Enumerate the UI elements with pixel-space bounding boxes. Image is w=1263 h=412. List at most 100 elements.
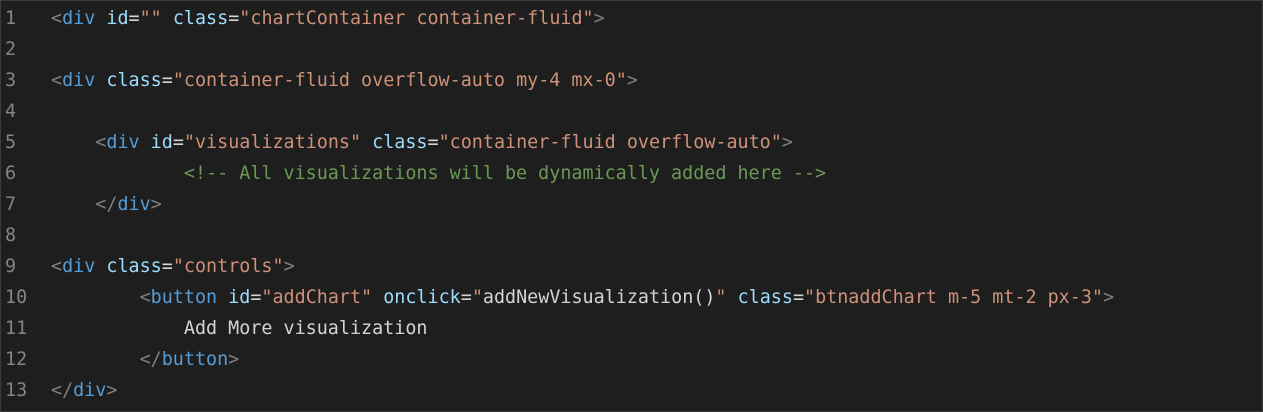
code-token: < bbox=[51, 70, 63, 91]
code-token: id bbox=[228, 287, 251, 308]
code-line[interactable]: 11 Add More visualization bbox=[1, 313, 427, 344]
code-token: "" bbox=[139, 8, 162, 29]
line-number: 1 bbox=[5, 8, 17, 29]
line-number: 6 bbox=[5, 163, 17, 184]
code-token: </ bbox=[51, 380, 74, 401]
code-line[interactable]: 8 bbox=[1, 220, 51, 251]
line-number: 3 bbox=[5, 70, 17, 91]
code-text: <div id="visualizations" class="containe… bbox=[29, 127, 793, 158]
code-text: <div id="" class="chartContainer contain… bbox=[29, 3, 605, 34]
code-token: = bbox=[172, 132, 184, 153]
code-line[interactable]: 3 <div class="container-fluid overflow-au… bbox=[1, 65, 638, 96]
code-text: Add More visualization bbox=[29, 313, 428, 344]
code-token: onclick bbox=[383, 287, 461, 308]
code-token: > bbox=[106, 380, 118, 401]
code-line[interactable]: 12 </button> bbox=[1, 344, 239, 375]
code-token: div bbox=[117, 194, 151, 215]
code-token: > bbox=[1102, 287, 1115, 308]
code-line[interactable]: 10 <button id="addChart" onclick="addNew… bbox=[1, 282, 1114, 313]
line-number: 4 bbox=[5, 101, 17, 122]
code-token: > bbox=[781, 132, 793, 153]
code-token: "container-fluid overflow-auto" bbox=[438, 132, 782, 153]
line-number: 2 bbox=[5, 39, 17, 60]
code-token: " bbox=[471, 287, 483, 308]
code-token: class bbox=[372, 132, 428, 153]
code-line[interactable]: 7 </div> bbox=[1, 189, 162, 220]
code-text: </div> bbox=[29, 189, 162, 220]
code-text: <div class="controls"> bbox=[29, 251, 295, 282]
code-token: > bbox=[626, 70, 638, 91]
line-number: 7 bbox=[5, 194, 17, 215]
code-token: </ bbox=[139, 349, 162, 370]
code-line[interactable]: 9 <div class="controls"> bbox=[1, 251, 295, 282]
code-text: </div> bbox=[29, 375, 117, 406]
code-token: = bbox=[228, 8, 240, 29]
code-token: "chartContainer container-fluid" bbox=[239, 8, 594, 29]
code-token: button bbox=[150, 287, 218, 308]
code-token: < bbox=[51, 256, 63, 277]
code-token: "btnaddChart m-5 mt-2 px-3" bbox=[804, 287, 1103, 308]
code-token: div bbox=[73, 380, 107, 401]
line-number: 11 bbox=[5, 318, 28, 339]
code-token: </ bbox=[95, 194, 118, 215]
code-token: > bbox=[228, 349, 240, 370]
code-token: button bbox=[161, 349, 229, 370]
code-token: = bbox=[460, 287, 472, 308]
code-token: = bbox=[128, 8, 140, 29]
code-token: = bbox=[792, 287, 805, 308]
code-text: <div class="container-fluid overflow-aut… bbox=[29, 65, 638, 96]
code-token: "container-fluid overflow-auto my-4 mx-0… bbox=[172, 70, 627, 91]
code-token: class bbox=[106, 256, 162, 277]
code-token: <!-- All visualizations will be dynamica… bbox=[183, 163, 827, 184]
line-number: 13 bbox=[5, 380, 28, 401]
code-token: class bbox=[106, 70, 162, 91]
code-token: div bbox=[62, 8, 96, 29]
code-token: < bbox=[139, 287, 151, 308]
code-token: > bbox=[593, 8, 605, 29]
code-line[interactable]: 6 <!-- All visualizations will be dynami… bbox=[1, 158, 826, 189]
code-token: "visualizations" bbox=[183, 132, 362, 153]
code-token: class bbox=[172, 8, 229, 29]
code-token: "controls" bbox=[172, 256, 284, 277]
code-token: addNewVisualization() bbox=[482, 287, 716, 308]
code-token: = bbox=[250, 287, 262, 308]
code-token: div bbox=[62, 70, 96, 91]
code-text: </button> bbox=[29, 344, 240, 375]
code-token: Add More visualization bbox=[183, 318, 428, 339]
line-number: 8 bbox=[5, 225, 17, 246]
code-text: <!-- All visualizations will be dynamica… bbox=[29, 158, 826, 189]
code-line[interactable]: 5 <div id="visualizations" class="contai… bbox=[1, 127, 793, 158]
code-token: > bbox=[150, 194, 162, 215]
code-token: class bbox=[737, 287, 793, 308]
code-token: < bbox=[95, 132, 107, 153]
code-token: = bbox=[161, 256, 173, 277]
code-token: = bbox=[427, 132, 439, 153]
code-editor[interactable]: 1 <div id="" class="chartContainer contai… bbox=[0, 0, 1263, 412]
line-number: 12 bbox=[5, 349, 28, 370]
code-line[interactable]: 4 bbox=[1, 96, 51, 127]
code-line[interactable]: 13 </div> bbox=[1, 375, 117, 406]
code-line[interactable]: 1 <div id="" class="chartContainer contai… bbox=[1, 3, 605, 34]
code-line[interactable]: 2 bbox=[1, 34, 51, 65]
code-token: id bbox=[150, 132, 173, 153]
code-token: div bbox=[62, 256, 96, 277]
code-token: " bbox=[715, 287, 727, 308]
code-token: div bbox=[106, 132, 140, 153]
line-number: 10 bbox=[5, 287, 28, 308]
code-text: <button id="addChart" onclick="addNewVis… bbox=[29, 282, 1114, 313]
